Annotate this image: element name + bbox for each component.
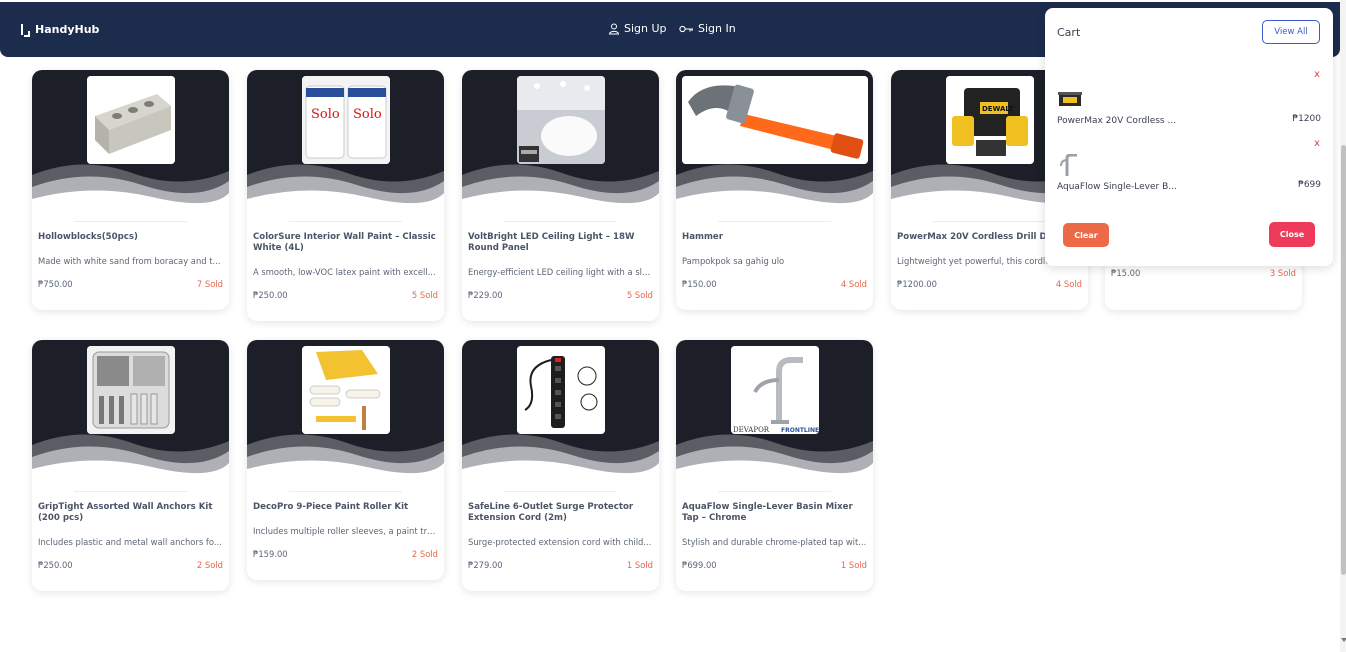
sold-count: 1 Sold xyxy=(840,560,867,570)
product-price: ₱250.00 xyxy=(38,560,73,570)
product-price: ₱250.00 xyxy=(253,290,288,300)
product-description: Made with white sand from boracay and t.… xyxy=(38,256,221,266)
product-description: Includes plastic and metal wall anchors … xyxy=(38,537,222,547)
product-hero xyxy=(32,340,229,485)
product-title[interactable]: DecoPro 9-Piece Paint Roller Kit xyxy=(253,502,438,513)
product-image[interactable] xyxy=(86,76,175,164)
product-description: Pampokpok sa gahig ulo xyxy=(682,256,785,266)
scroll-down-arrow-icon[interactable] xyxy=(1341,638,1346,642)
sold-count: 2 Sold xyxy=(196,560,223,570)
sold-count: 4 Sold xyxy=(1055,279,1082,289)
product-card[interactable]: GripTight Assorted Wall Anchors Kit (200… xyxy=(32,340,229,591)
cart-item-image xyxy=(1058,92,1082,106)
product-card[interactable]: Hammer Pampokpok sa gahig ulo ₱150.00 4 Sol… xyxy=(676,70,873,310)
signin-label: Sign In xyxy=(698,22,736,35)
wave-decoration xyxy=(247,164,444,215)
product-price: ₱750.00 xyxy=(38,279,73,289)
wave-decoration xyxy=(32,164,229,215)
close-cart-button[interactable]: Close xyxy=(1269,222,1315,247)
product-description: Includes multiple roller sleeves, a pain… xyxy=(253,526,438,536)
sold-count: 5 Sold xyxy=(626,290,653,300)
user-icon xyxy=(608,23,620,34)
svg-text:DEWALT: DEWALT xyxy=(982,105,1014,113)
product-image[interactable]: DEVAPOR FRONTLINE xyxy=(730,346,819,434)
product-description: Surge-protected extension cord with chil… xyxy=(468,537,652,547)
product-title[interactable]: ColorSure Interior Wall Paint – Classic … xyxy=(253,232,438,254)
product-image[interactable]: Solo Solo xyxy=(301,76,390,164)
product-hero xyxy=(32,70,229,215)
product-title[interactable]: GripTight Assorted Wall Anchors Kit (200… xyxy=(38,502,223,524)
product-hero xyxy=(247,340,444,485)
sold-count: 3 Sold xyxy=(1269,268,1296,278)
product-hero: DEVAPOR FRONTLINE xyxy=(676,340,873,485)
wave-decoration xyxy=(462,434,659,485)
wave-decoration xyxy=(32,434,229,485)
product-title[interactable]: Hollowblocks(50pcs) xyxy=(38,232,223,243)
sold-count: 5 Sold xyxy=(411,290,438,300)
product-image[interactable] xyxy=(516,76,605,164)
remove-item-button[interactable]: x xyxy=(1314,69,1320,80)
product-price: ₱1200.00 xyxy=(897,279,937,289)
brand-logo[interactable]: HandyHub xyxy=(20,23,100,37)
product-description: Energy-efficient LED ceiling light with … xyxy=(468,267,653,277)
product-hero: Solo Solo xyxy=(247,70,444,215)
product-price: ₱699.00 xyxy=(682,560,717,570)
product-image[interactable]: DEWALT xyxy=(945,76,1034,164)
cart-item-price: ₱699 xyxy=(1298,180,1321,190)
cart-item-name: PowerMax 20V Cordless ... xyxy=(1057,116,1177,126)
wave-decoration xyxy=(676,434,873,485)
product-title[interactable]: Hammer xyxy=(682,232,867,243)
wave-decoration xyxy=(247,434,444,485)
signup-link[interactable]: Sign Up xyxy=(608,22,667,35)
product-hero xyxy=(462,70,659,215)
product-price: ₱15.00 xyxy=(1111,268,1141,278)
product-price: ₱279.00 xyxy=(468,560,503,570)
product-image[interactable] xyxy=(681,76,868,164)
product-title[interactable]: VoltBright LED Ceiling Light – 18W Round… xyxy=(468,232,653,254)
sold-count: 4 Sold xyxy=(840,279,867,289)
signup-label: Sign Up xyxy=(624,22,667,35)
product-title[interactable]: SafeLine 6-Outlet Surge Protector Extens… xyxy=(468,502,653,524)
product-card[interactable]: DEVAPOR FRONTLINE AquaFlow Single-Lever Ba… xyxy=(676,340,873,591)
product-description: A smooth, low-VOC latex paint with excel… xyxy=(253,267,436,277)
sold-count: 1 Sold xyxy=(626,560,653,570)
product-card[interactable]: DecoPro 9-Piece Paint Roller Kit Includes… xyxy=(247,340,444,580)
product-card[interactable]: VoltBright LED Ceiling Light – 18W Round… xyxy=(462,70,659,321)
brand-name: HandyHub xyxy=(35,23,100,36)
scrollbar-thumb[interactable] xyxy=(1341,145,1346,575)
cart-item: AquaFlow Single-Lever B... ₱699 xyxy=(1057,153,1321,192)
wave-decoration xyxy=(462,164,659,215)
product-price: ₱150.00 xyxy=(682,279,717,289)
cart-panel: Cart View All x PowerMax 20V Cordless ..… xyxy=(1045,8,1333,266)
product-price: ₱159.00 xyxy=(253,549,288,559)
sold-count: 2 Sold xyxy=(411,549,438,559)
signin-link[interactable]: Sign In xyxy=(679,22,736,35)
product-hero xyxy=(462,340,659,485)
cart-item: PowerMax 20V Cordless ... ₱1200 xyxy=(1057,88,1321,126)
remove-item-button[interactable]: x xyxy=(1314,138,1320,149)
product-title[interactable]: AquaFlow Single-Lever Basin Mixer Tap – … xyxy=(682,502,867,524)
product-price: ₱229.00 xyxy=(468,290,503,300)
logo-icon xyxy=(20,24,30,37)
product-description: Stylish and durable chrome-plated tap wi… xyxy=(682,537,867,547)
sold-count: 7 Sold xyxy=(196,279,223,289)
product-card[interactable]: Hollowblocks(50pcs) Made with white sand … xyxy=(32,70,229,310)
product-image[interactable] xyxy=(86,346,175,434)
product-hero xyxy=(676,70,873,215)
wave-decoration xyxy=(676,164,873,215)
cart-item-image xyxy=(1060,153,1077,176)
clear-cart-button[interactable]: Clear xyxy=(1063,223,1109,247)
key-icon xyxy=(679,25,693,32)
cart-item-price: ₱1200 xyxy=(1292,114,1321,124)
svg-text:Solo: Solo xyxy=(353,107,382,122)
product-image[interactable] xyxy=(301,346,390,434)
svg-text:Solo: Solo xyxy=(311,107,340,122)
view-all-button[interactable]: View All xyxy=(1262,20,1320,44)
cart-title: Cart xyxy=(1057,26,1081,39)
product-image[interactable] xyxy=(516,346,605,434)
product-card[interactable]: Solo Solo ColorSure Interior Wall Paint – … xyxy=(247,70,444,321)
product-card[interactable]: SafeLine 6-Outlet Surge Protector Extens… xyxy=(462,340,659,591)
cart-item-name: AquaFlow Single-Lever B... xyxy=(1057,182,1177,192)
